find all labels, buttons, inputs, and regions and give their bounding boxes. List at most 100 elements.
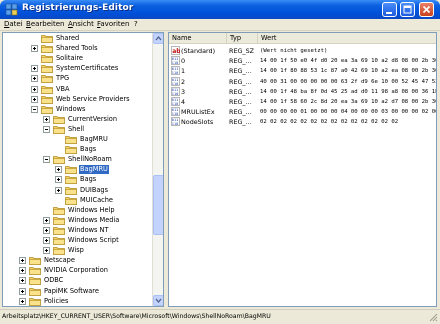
folder-icon bbox=[41, 65, 53, 74]
folder-icon bbox=[41, 75, 53, 84]
tree-item-label: Windows Media bbox=[68, 215, 120, 224]
column-type[interactable]: Typ bbox=[227, 33, 258, 44]
folder-icon bbox=[65, 196, 77, 205]
folder-icon bbox=[53, 216, 65, 225]
value-data: 14 00 1f 48 ba 8f 0d 45 25 ad d0 11 98 a… bbox=[260, 88, 436, 95]
folder-icon bbox=[41, 105, 53, 114]
tree-item-label: MUICache bbox=[80, 195, 113, 204]
folder-icon bbox=[29, 257, 41, 266]
chevron-up-icon bbox=[155, 35, 162, 41]
expand-icon[interactable] bbox=[43, 247, 50, 255]
expand-icon[interactable] bbox=[43, 226, 50, 234]
binary-value-icon: 011110 bbox=[171, 107, 180, 116]
column-value[interactable]: Wert bbox=[258, 33, 436, 44]
folder-icon bbox=[53, 247, 65, 255]
column-name[interactable]: Name bbox=[169, 33, 227, 44]
svg-text:110: 110 bbox=[172, 112, 179, 116]
scroll-down-button[interactable] bbox=[153, 295, 163, 306]
menu-bearbeiten[interactable]: Bearbeiten bbox=[26, 20, 64, 28]
svg-text:110: 110 bbox=[172, 61, 179, 65]
title-bar[interactable]: Registrierungs-Editor bbox=[0, 0, 440, 19]
value-row[interactable]: 011 110 3 REG_... 14 00 1f 48 ba 8f 0d 45 25… bbox=[169, 86, 436, 97]
registry-tree[interactable]: Shared Shared Tools Solitaire SystemCertifi… bbox=[2, 32, 164, 307]
scroll-thumb[interactable] bbox=[153, 175, 163, 235]
expand-icon[interactable] bbox=[43, 216, 50, 224]
menu-bar: Datei Bearbeiten Ansicht Favoriten ? bbox=[0, 19, 440, 31]
folder-icon bbox=[53, 156, 65, 165]
value-type: REG_... bbox=[229, 77, 252, 86]
tree-item-label: BagMRU bbox=[80, 135, 108, 143]
expand-icon[interactable] bbox=[19, 287, 26, 295]
value-row[interactable]: 011 110 4 REG_... 14 00 1f 58 60 2c 8d 20 ea… bbox=[169, 97, 436, 107]
tree-item-label: SystemCertificates bbox=[56, 64, 119, 73]
folder-icon bbox=[53, 126, 65, 134]
expand-icon[interactable] bbox=[31, 45, 38, 53]
tree-item-label: DUIBags bbox=[80, 185, 109, 194]
list-header: Name Typ Wert bbox=[169, 33, 436, 44]
tree-item-label: Windows Script bbox=[68, 236, 119, 244]
folder-icon bbox=[53, 227, 65, 235]
value-type: REG_... bbox=[229, 108, 252, 117]
minimize-button[interactable] bbox=[382, 2, 397, 17]
tree-scrollbar[interactable] bbox=[152, 33, 163, 306]
expand-icon[interactable] bbox=[43, 237, 50, 244]
tree-item-label: Windows bbox=[56, 104, 86, 113]
menu-datei[interactable]: Datei bbox=[4, 20, 23, 28]
expand-icon[interactable] bbox=[19, 257, 26, 265]
status-path: Arbeitsplatz\HKEY_CURRENT_USER\Software\… bbox=[2, 313, 271, 320]
close-button[interactable] bbox=[419, 2, 434, 17]
expand-icon[interactable] bbox=[19, 297, 26, 305]
value-name: MRUListEx bbox=[181, 108, 215, 117]
svg-text:110: 110 bbox=[172, 102, 179, 106]
expand-icon[interactable] bbox=[55, 176, 62, 184]
tree-item-label: Shared Tools bbox=[56, 44, 98, 53]
expand-icon[interactable] bbox=[55, 166, 62, 174]
minimize-icon bbox=[386, 12, 392, 14]
value-type: REG_... bbox=[229, 67, 252, 76]
expand-icon[interactable] bbox=[55, 186, 62, 194]
scroll-up-button[interactable] bbox=[153, 33, 163, 44]
window-title: Registrierungs-Editor bbox=[22, 3, 134, 13]
tree-item-label: ODBC bbox=[44, 276, 64, 285]
tree-item-label: VBA bbox=[56, 84, 70, 93]
value-row[interactable]: 011 110 2 REG_... 40 00 31 00 00 00 00 00 63… bbox=[169, 76, 436, 87]
value-row[interactable]: 011 110 0 REG_... 14 00 1f 50 e0 4f d0 20 ea… bbox=[169, 56, 436, 66]
folder-icon bbox=[41, 55, 53, 64]
expand-icon[interactable] bbox=[31, 65, 38, 73]
value-data: 40 00 31 00 00 00 00 00 63 2f d9 6e 10 0… bbox=[260, 78, 436, 85]
expand-icon[interactable] bbox=[19, 277, 26, 285]
expand-icon[interactable] bbox=[43, 115, 50, 123]
value-row[interactable]: 011 110 MRUListEx REG_... 00 00 00 00 01 00 … bbox=[169, 107, 436, 117]
value-name: 3 bbox=[181, 87, 186, 96]
expand-icon[interactable] bbox=[31, 95, 38, 103]
value-type: REG_... bbox=[229, 57, 252, 66]
resize-grip-icon[interactable] bbox=[428, 312, 438, 322]
menu-help[interactable]: ? bbox=[134, 20, 138, 28]
binary-value-icon: 011110 bbox=[171, 117, 180, 126]
values-list[interactable]: Name Typ Wert ab (Standard) REG_SZ (Wert ni… bbox=[168, 32, 437, 307]
tree-item-label: Wisp bbox=[68, 246, 84, 255]
regedit-icon bbox=[5, 3, 18, 16]
collapse-icon[interactable] bbox=[31, 105, 38, 113]
tree-item-label: Windows Help bbox=[68, 205, 115, 214]
folder-icon bbox=[41, 85, 53, 94]
chevron-down-icon bbox=[155, 298, 162, 304]
tree-item-label: TPG bbox=[56, 74, 70, 83]
binary-value-icon: 011110 bbox=[171, 66, 180, 75]
menu-favoriten[interactable]: Favoriten bbox=[97, 20, 129, 28]
expand-icon[interactable] bbox=[31, 85, 38, 93]
value-row[interactable]: 011 110 1 REG_... 14 00 1f 80 88 53 1c 87 a0… bbox=[169, 66, 436, 76]
menu-ansicht[interactable]: Ansicht bbox=[68, 20, 94, 28]
folder-icon bbox=[65, 186, 77, 195]
folder-icon bbox=[41, 45, 53, 53]
value-row[interactable]: ab (Standard) REG_SZ (Wert nicht gesetzt) bbox=[169, 46, 436, 56]
collapse-icon[interactable] bbox=[43, 156, 50, 164]
collapse-icon[interactable] bbox=[43, 125, 50, 133]
maximize-button[interactable] bbox=[400, 2, 415, 17]
value-row[interactable]: 011 110 NodeSlots REG_... 02 02 02 02 02 02 … bbox=[169, 117, 436, 127]
expand-icon[interactable] bbox=[19, 267, 26, 275]
svg-text:ab: ab bbox=[172, 48, 180, 55]
tree-item-label: Bags bbox=[80, 145, 97, 154]
folder-icon bbox=[53, 115, 65, 124]
expand-icon[interactable] bbox=[31, 75, 38, 83]
